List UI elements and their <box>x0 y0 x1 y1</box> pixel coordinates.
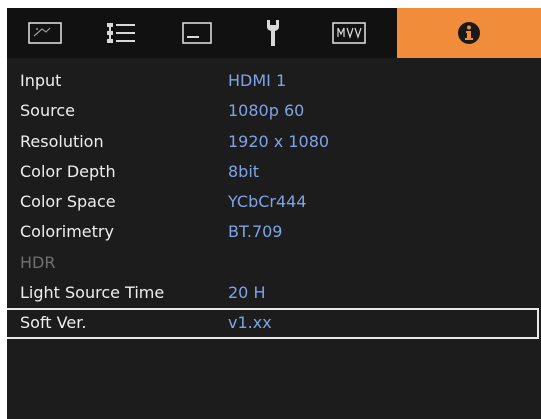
tab-display[interactable] <box>159 8 235 58</box>
information-list: Input HDMI 1 Source 1080p 60 Resolution … <box>7 66 541 339</box>
row-value: v1.xx <box>228 313 272 333</box>
tab-installation[interactable] <box>235 8 311 58</box>
info-row-source: Source 1080p 60 <box>7 96 541 126</box>
info-row-light-source-time: Light Source Time 20 H <box>7 278 541 308</box>
wrench-icon <box>267 20 279 46</box>
network-icon <box>332 22 366 44</box>
row-value: YCbCr444 <box>228 192 307 212</box>
tab-settings[interactable] <box>83 8 159 58</box>
info-row-input: Input HDMI 1 <box>7 66 541 96</box>
row-label: Resolution <box>20 131 104 151</box>
info-row-color-depth: Color Depth 8bit <box>7 157 541 187</box>
row-value: 1920 x 1080 <box>228 131 330 151</box>
row-label: HDR <box>20 252 56 272</box>
row-value: 1080p 60 <box>228 101 305 121</box>
row-label: Color Depth <box>20 161 116 181</box>
picture-icon <box>28 22 62 44</box>
menu-tab-bar <box>7 8 541 58</box>
info-row-color-space: Color Space YCbCr444 <box>7 187 541 217</box>
row-label: Source <box>20 101 75 121</box>
row-value: HDMI 1 <box>228 71 287 90</box>
info-icon <box>458 22 480 44</box>
row-label: Input <box>20 71 62 90</box>
row-value: BT.709 <box>228 222 283 242</box>
row-label: Color Space <box>20 192 116 212</box>
info-row-colorimetry: Colorimetry BT.709 <box>7 217 541 247</box>
display-icon <box>182 22 212 44</box>
row-label: Soft Ver. <box>20 313 87 333</box>
settings-list-icon <box>107 23 135 43</box>
tab-picture[interactable] <box>7 8 83 58</box>
row-value: 20 H <box>228 283 266 303</box>
tab-information[interactable] <box>397 8 541 58</box>
row-label: Colorimetry <box>20 222 114 242</box>
row-label: Light Source Time <box>20 283 165 303</box>
row-value: 8bit <box>228 161 260 181</box>
info-row-hdr: HDR <box>7 248 541 278</box>
info-row-resolution: Resolution 1920 x 1080 <box>7 127 541 157</box>
osd-menu: Input HDMI 1 Source 1080p 60 Resolution … <box>7 8 541 419</box>
info-row-soft-ver[interactable]: Soft Ver. v1.xx <box>7 308 539 339</box>
tab-network[interactable] <box>311 8 387 58</box>
